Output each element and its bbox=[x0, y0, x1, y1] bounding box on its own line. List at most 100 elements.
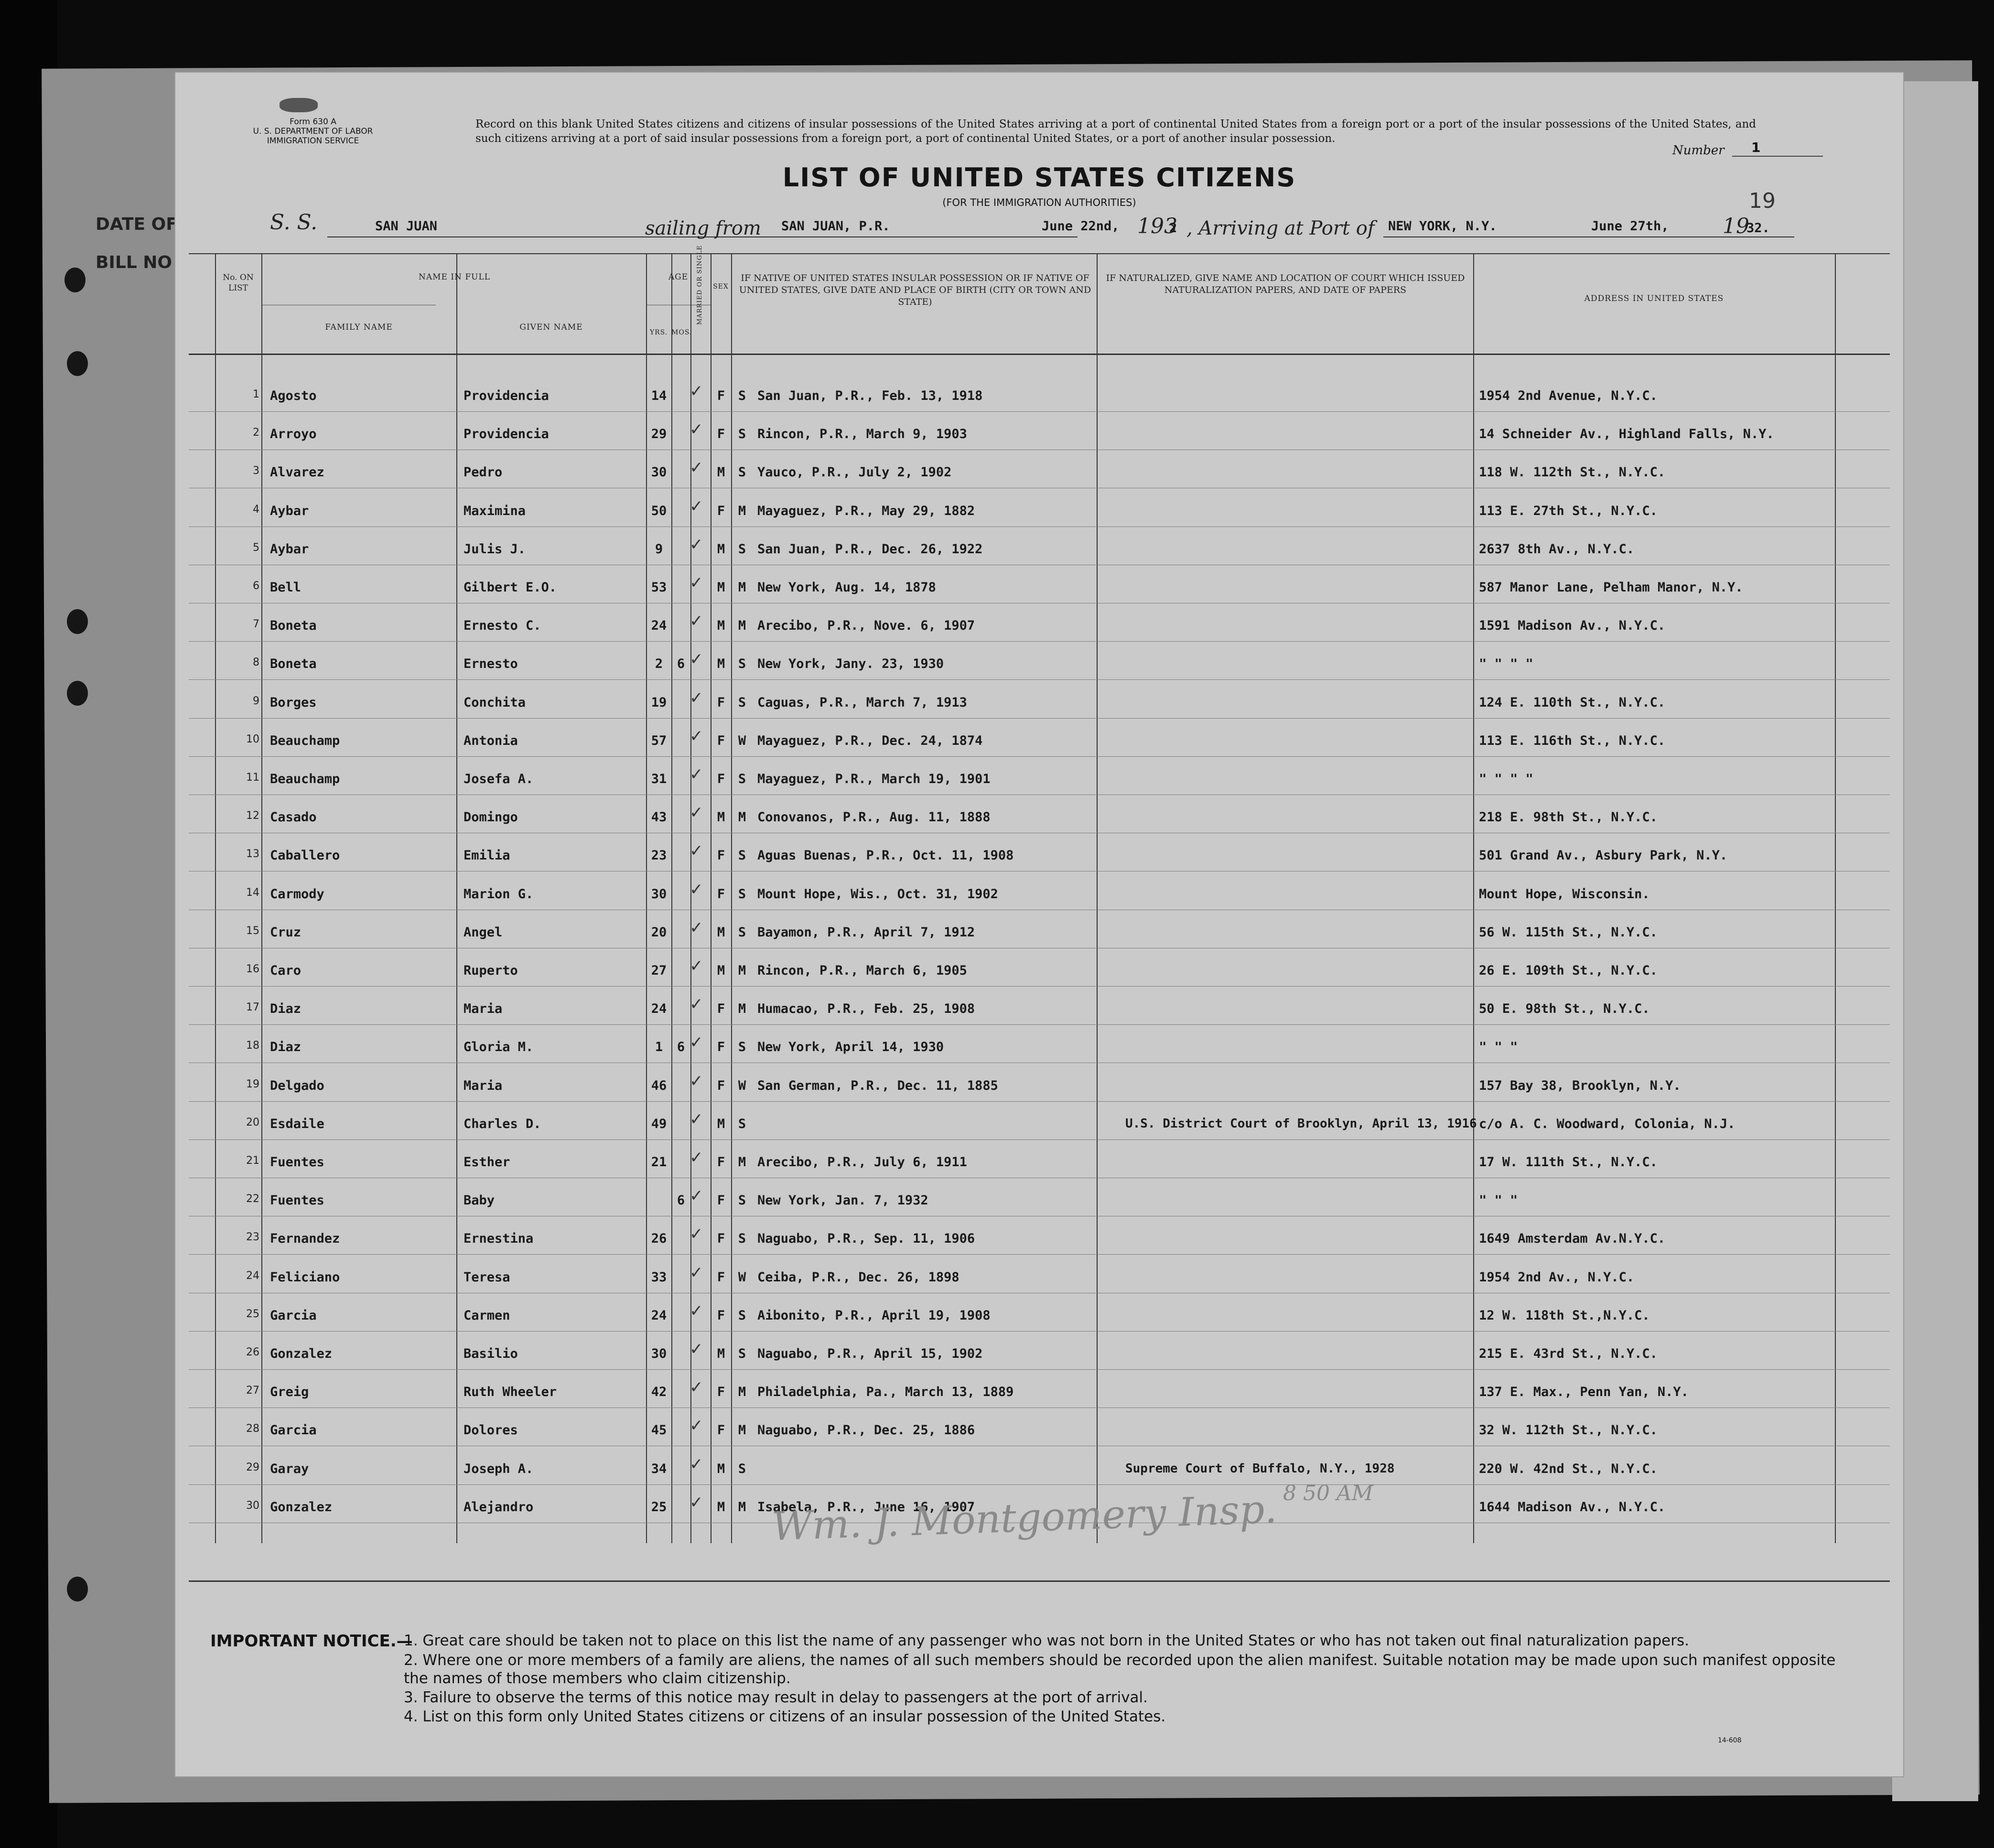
age-years: 29 bbox=[651, 427, 667, 442]
row-number: 4 bbox=[253, 503, 259, 516]
ss-label: S. S. bbox=[270, 210, 318, 235]
given-name: Joseph A. bbox=[463, 1461, 534, 1476]
header-mos: MOS. bbox=[671, 329, 692, 336]
header-family-name: FAMILY NAME bbox=[325, 322, 393, 332]
row-number: 17 bbox=[246, 1001, 259, 1014]
address: Mount Hope, Wisconsin. bbox=[1479, 886, 1650, 902]
given-name: Ernesto C. bbox=[463, 618, 541, 634]
table-row: 16 Caro Ruperto 27 M M Rincon, P.R., March 6, … bbox=[189, 950, 1890, 988]
check-mark-icon: ✓ bbox=[690, 803, 703, 823]
age-years: 43 bbox=[651, 810, 667, 825]
check-mark-icon: ✓ bbox=[690, 1416, 703, 1436]
sex: M bbox=[717, 1499, 725, 1515]
address: 113 E. 27th St., N.Y.C. bbox=[1479, 503, 1658, 518]
sex: F bbox=[717, 503, 725, 518]
check-mark-icon: ✓ bbox=[690, 1301, 703, 1321]
page-title: LIST OF UNITED STATES CITIZENS bbox=[782, 162, 1296, 193]
sex: M bbox=[717, 810, 725, 825]
table-row: 1 Agosto Providencia 14 F S San Juan, P.R., Fe… bbox=[189, 375, 1890, 413]
sex: F bbox=[717, 848, 725, 863]
given-name: Providencia bbox=[463, 427, 549, 442]
marital-status: S bbox=[738, 772, 746, 786]
table-row: 24 Feliciano Teresa 33 F W Ceiba, P.R., Dec. 2… bbox=[189, 1257, 1890, 1295]
arrive-year-prefix: 19 bbox=[1723, 214, 1749, 238]
header-name-in-full: NAME IN FULL bbox=[418, 272, 491, 282]
birth-info: Mayaguez, P.R., Dec. 24, 1874 bbox=[757, 733, 983, 748]
marital-status: M bbox=[738, 580, 746, 595]
family-name: Fernandez bbox=[270, 1231, 340, 1246]
header-birth: IF NATIVE OF UNITED STATES INSULAR POSSE… bbox=[739, 273, 1091, 307]
notice-item-4: 4. List on this form only United States … bbox=[404, 1708, 1166, 1725]
check-mark-icon: ✓ bbox=[690, 382, 703, 401]
marital-status: S bbox=[738, 1193, 746, 1208]
age-years: 31 bbox=[651, 772, 667, 786]
page-subtitle: (FOR THE IMMIGRATION AUTHORITIES) bbox=[942, 197, 1136, 208]
sex: M bbox=[717, 465, 725, 480]
address: 124 E. 110th St., N.Y.C. bbox=[1479, 695, 1666, 710]
table-row: 13 Caballero Emilia 23 F S Aguas Buenas, P.R.,… bbox=[189, 835, 1890, 873]
marital-status: M bbox=[738, 810, 746, 825]
given-name: Angel bbox=[463, 924, 503, 940]
marital-status: S bbox=[738, 848, 746, 863]
birth-info: New York, Jan. 7, 1932 bbox=[757, 1193, 928, 1208]
given-name: Pedro bbox=[463, 465, 503, 480]
address: 1954 2nd Av., N.Y.C. bbox=[1479, 1269, 1635, 1285]
given-name: Alejandro bbox=[463, 1499, 534, 1515]
address: 113 E. 116th St., N.Y.C. bbox=[1479, 733, 1666, 748]
sail-year: 2 bbox=[1169, 221, 1177, 236]
family-name: Carmody bbox=[270, 886, 324, 902]
check-mark-icon: ✓ bbox=[690, 612, 703, 631]
sex: F bbox=[717, 1423, 725, 1438]
notice-item-1: 1. Great care should be taken not to pla… bbox=[404, 1632, 1689, 1649]
row-number: 6 bbox=[253, 580, 259, 592]
address: c/o A. C. Woodward, Colonia, N.J. bbox=[1479, 1116, 1735, 1131]
sex: M bbox=[717, 1346, 725, 1361]
check-mark-icon: ✓ bbox=[690, 535, 703, 554]
birth-info: San German, P.R., Dec. 11, 1885 bbox=[757, 1078, 998, 1093]
table-row: 27 Greig Ruth Wheeler 42 F M Philadelphia, Pa.… bbox=[189, 1371, 1890, 1409]
marital-status: S bbox=[738, 1346, 746, 1361]
arrive-date: June 27th, bbox=[1591, 219, 1669, 234]
marital-status: S bbox=[738, 695, 746, 710]
manifest-page: Form 630 A U. S. DEPARTMENT OF LABOR IMM… bbox=[174, 72, 1904, 1777]
marital-status: S bbox=[738, 886, 746, 902]
age-years: 20 bbox=[651, 924, 667, 940]
marital-status: S bbox=[738, 465, 746, 480]
given-name: Ruperto bbox=[463, 963, 518, 978]
family-name: Beauchamp bbox=[270, 772, 340, 786]
marital-status: M bbox=[738, 1423, 746, 1438]
birth-info: Conovanos, P.R., Aug. 11, 1888 bbox=[757, 810, 991, 825]
family-name: Gonzalez bbox=[270, 1499, 333, 1515]
form-code: 14-608 bbox=[1718, 1737, 1742, 1744]
marital-status: S bbox=[738, 924, 746, 940]
family-name: Boneta bbox=[270, 656, 317, 672]
row-number: 1 bbox=[253, 388, 259, 400]
age-years: 34 bbox=[651, 1461, 667, 1476]
number-underline bbox=[1732, 156, 1823, 157]
row-rule bbox=[189, 1024, 1890, 1025]
marital-status: S bbox=[738, 1461, 746, 1476]
address: 12 W. 118th St.,N.Y.C. bbox=[1479, 1308, 1650, 1323]
birth-info: Aguas Buenas, P.R., Oct. 11, 1908 bbox=[757, 848, 1014, 863]
table-row: 4 Aybar Maximina 50 F M Mayaguez, P.R., May 29… bbox=[189, 490, 1890, 528]
check-mark-icon: ✓ bbox=[690, 1454, 703, 1474]
number-value: 1 bbox=[1751, 140, 1761, 155]
row-rule bbox=[189, 756, 1890, 757]
marital-status: S bbox=[738, 388, 746, 403]
address: " " " " bbox=[1479, 772, 1533, 786]
sex: F bbox=[717, 1231, 725, 1246]
birth-info: Naguabo, P.R., Dec. 25, 1886 bbox=[757, 1423, 975, 1438]
family-name: Cruz bbox=[270, 924, 302, 940]
sex: M bbox=[717, 1116, 725, 1131]
birth-info: New York, April 14, 1930 bbox=[757, 1040, 944, 1055]
row-number: 3 bbox=[253, 465, 259, 477]
sex: F bbox=[717, 1193, 725, 1208]
row-rule bbox=[189, 641, 1890, 642]
family-name: Esdaile bbox=[270, 1116, 324, 1131]
age-years: 49 bbox=[651, 1116, 667, 1131]
row-number: 7 bbox=[253, 618, 259, 631]
table-row: 23 Fernandez Ernestina 26 F S Naguabo, P.R., S… bbox=[189, 1218, 1890, 1256]
notice-label: IMPORTANT NOTICE.— bbox=[210, 1632, 413, 1651]
sex: F bbox=[717, 427, 725, 442]
age-years: 2 bbox=[655, 656, 663, 672]
